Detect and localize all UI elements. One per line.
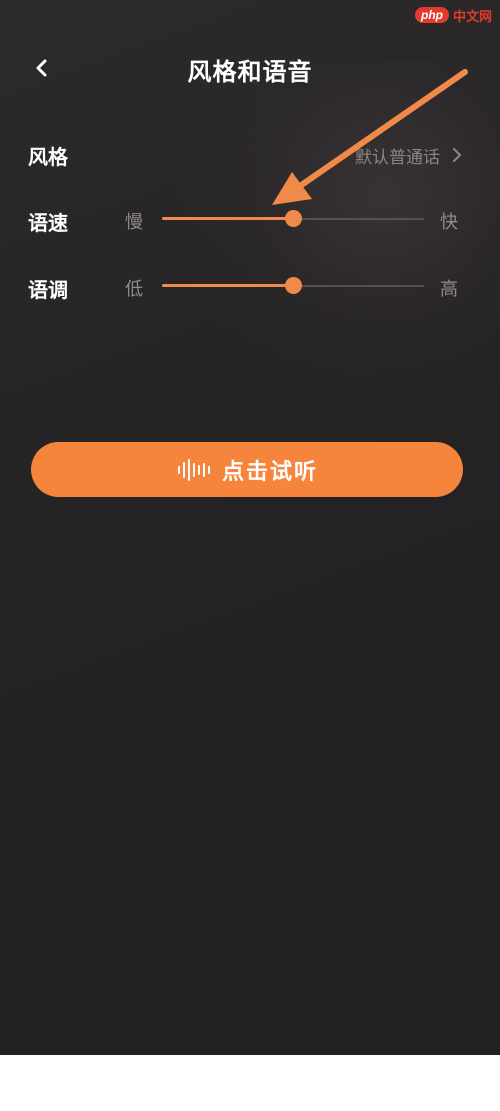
- speed-slider[interactable]: [162, 209, 424, 229]
- chevron-right-icon: [452, 147, 462, 163]
- pitch-min-label: 低: [125, 279, 143, 300]
- watermark-text: 中文网: [452, 9, 492, 25]
- speed-label: 语速: [28, 211, 68, 235]
- pitch-max-label: 高: [440, 279, 458, 300]
- app-screen: php 中文网 风格和语音 风格 默认普通话 语速 慢 快 语调 低 高 点击试…: [0, 0, 500, 1055]
- style-select-button[interactable]: [448, 145, 466, 165]
- pitch-slider-fill: [162, 284, 293, 287]
- style-label: 风格: [28, 145, 68, 169]
- speed-max-label: 快: [440, 212, 458, 233]
- style-value[interactable]: 默认普通话: [355, 143, 440, 168]
- listen-button[interactable]: 点击试听: [31, 442, 463, 497]
- speed-min-label: 慢: [125, 212, 143, 233]
- watermark: php 中文网: [414, 4, 492, 26]
- page-title: 风格和语音: [187, 58, 313, 86]
- pitch-slider-thumb[interactable]: [285, 277, 302, 294]
- listen-button-label: 点击试听: [221, 459, 318, 485]
- watermark-logo: php: [414, 7, 449, 23]
- speed-slider-fill: [162, 217, 293, 220]
- pitch-label: 语调: [28, 278, 68, 302]
- speed-slider-thumb[interactable]: [285, 210, 302, 227]
- sound-wave-icon: [177, 458, 210, 481]
- pitch-slider[interactable]: [162, 276, 424, 296]
